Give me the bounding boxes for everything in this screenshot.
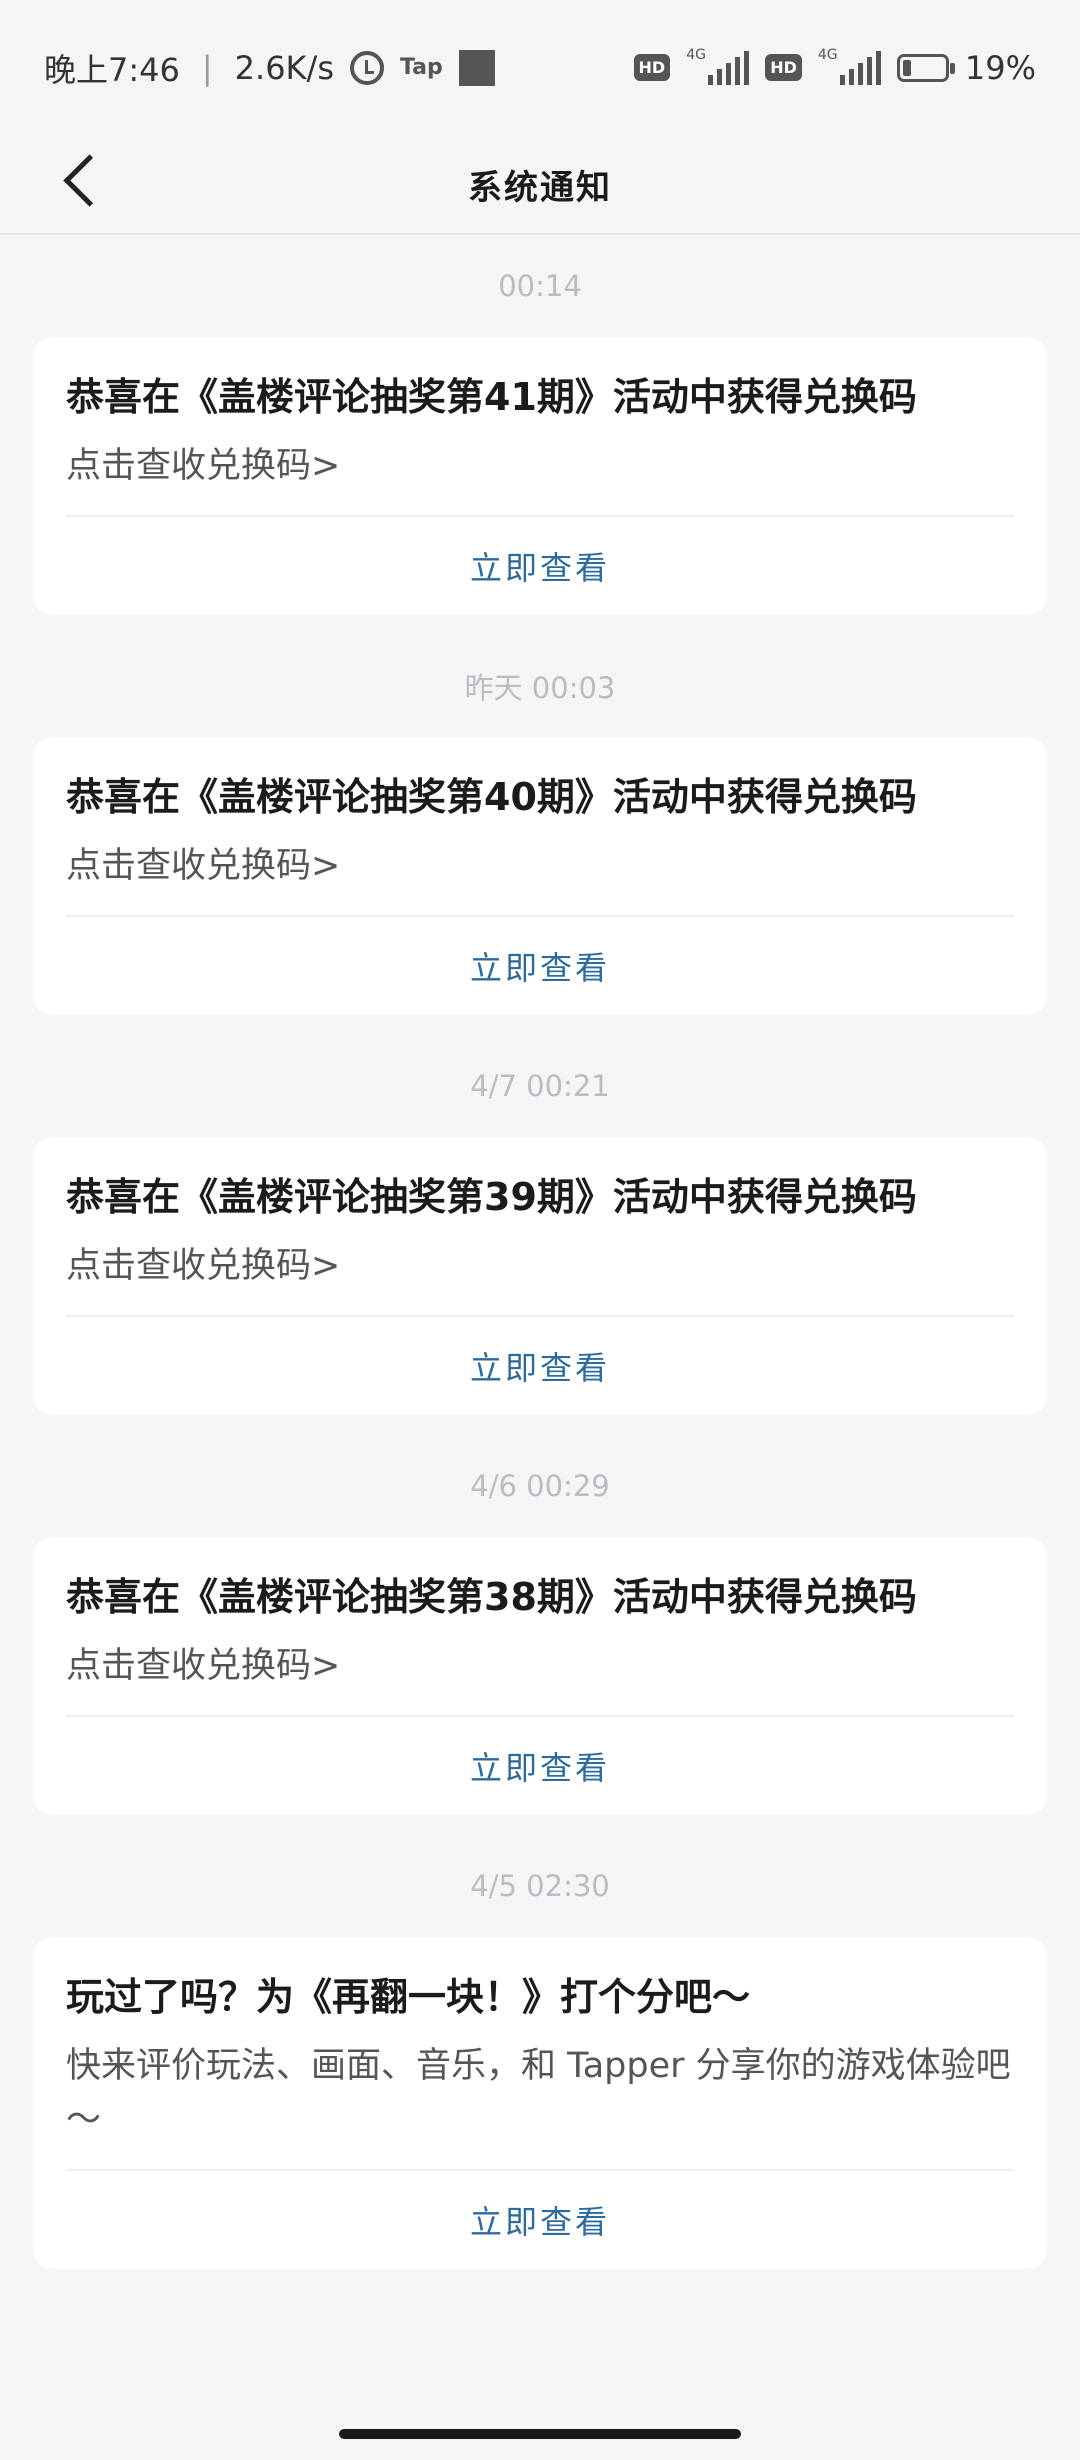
notification-body-link[interactable]: 点击查收兑换码> (66, 1639, 1014, 1715)
notification-body-link[interactable]: 点击查收兑换码> (66, 1239, 1014, 1315)
notification-list[interactable]: 00:14 恭喜在《盖楼评论抽奖第41期》活动中获得兑换码 点击查收兑换码> 立… (0, 235, 1080, 2269)
hd-badge-2: HD (765, 54, 802, 81)
view-now-button[interactable]: 立即查看 (66, 1717, 1014, 1815)
notification-card[interactable]: 玩过了吗？为《再翻一块！》打个分吧～ 快来评价玩法、画面、音乐，和 Tapper… (33, 1937, 1047, 2269)
notification-body-link[interactable]: 点击查收兑换码> (66, 439, 1014, 515)
hd-badge-1: HD (633, 54, 671, 81)
home-indicator[interactable] (339, 2429, 741, 2439)
notification-title: 恭喜在《盖楼评论抽奖第38期》活动中获得兑换码 (66, 1575, 917, 1619)
page-title: 系统通知 (468, 167, 612, 208)
notification-time: 4/7 00:21 (470, 1069, 610, 1103)
notification-time: 昨天 00:03 (464, 671, 616, 705)
alarm-icon (349, 50, 384, 85)
notification-card[interactable]: 恭喜在《盖楼评论抽奖第41期》活动中获得兑换码 点击查收兑换码> 立即查看 (33, 337, 1047, 615)
notification-group: 4/6 00:29 恭喜在《盖楼评论抽奖第38期》活动中获得兑换码 点击查收兑换… (0, 1415, 1080, 1815)
view-now-button[interactable]: 立即查看 (66, 517, 1014, 615)
status-bar-left: 晚上7:46 | 2.6K/s Tap (44, 45, 495, 91)
notification-card[interactable]: 恭喜在《盖楼评论抽奖第40期》活动中获得兑换码 点击查收兑换码> 立即查看 (33, 737, 1047, 1015)
status-separator: | (201, 48, 213, 87)
view-now-button[interactable]: 立即查看 (66, 2171, 1014, 2269)
notification-title: 玩过了吗？为《再翻一块！》打个分吧～ (66, 1975, 751, 2019)
status-bar-right: HD 4G HD 4G 19% (633, 47, 1036, 87)
notification-card[interactable]: 恭喜在《盖楼评论抽奖第38期》活动中获得兑换码 点击查收兑换码> 立即查看 (33, 1537, 1047, 1815)
notification-time: 4/6 00:29 (470, 1469, 610, 1503)
tap-app-icon: Tap (399, 55, 443, 80)
notification-body-link[interactable]: 快来评价玩法、画面、音乐，和 Tapper 分享你的游戏体验吧～ (66, 2039, 1014, 2169)
signal-icon-2: 4G (818, 47, 881, 85)
notification-time: 00:14 (498, 269, 582, 303)
network-type-1: 4G (686, 46, 706, 63)
status-time: 晚上7:46 (44, 50, 180, 89)
notification-group: 00:14 恭喜在《盖楼评论抽奖第41期》活动中获得兑换码 点击查收兑换码> 立… (0, 235, 1080, 615)
battery-icon (896, 53, 955, 82)
notification-body-link[interactable]: 点击查收兑换码> (66, 839, 1014, 915)
notification-title: 恭喜在《盖楼评论抽奖第39期》活动中获得兑换码 (66, 1175, 917, 1219)
view-now-button[interactable]: 立即查看 (66, 917, 1014, 1015)
notification-card[interactable]: 恭喜在《盖楼评论抽奖第39期》活动中获得兑换码 点击查收兑换码> 立即查看 (33, 1137, 1047, 1415)
notification-title: 恭喜在《盖楼评论抽奖第41期》活动中获得兑换码 (66, 375, 917, 419)
network-speed: 2.6K/s (234, 48, 334, 87)
back-button[interactable] (52, 145, 116, 215)
network-type-2: 4G (817, 46, 838, 63)
battery-percent: 19% (964, 48, 1036, 87)
notification-group: 昨天 00:03 恭喜在《盖楼评论抽奖第40期》活动中获得兑换码 点击查收兑换码… (0, 615, 1080, 1015)
chevron-left-icon (62, 153, 116, 207)
notification-time: 4/5 02:30 (470, 1869, 610, 1903)
notification-group: 4/7 00:21 恭喜在《盖楼评论抽奖第39期》活动中获得兑换码 点击查收兑换… (0, 1015, 1080, 1415)
notification-title: 恭喜在《盖楼评论抽奖第40期》活动中获得兑换码 (66, 775, 917, 819)
notification-square-icon (458, 49, 495, 86)
view-now-button[interactable]: 立即查看 (66, 1317, 1014, 1415)
nav-bar: 系统通知 (0, 135, 1080, 235)
battery-fill (902, 59, 911, 76)
signal-icon-1: 4G (686, 47, 750, 85)
status-bar: 晚上7:46 | 2.6K/s Tap HD 4G HD 4G 19% (0, 0, 1080, 135)
notification-group: 4/5 02:30 玩过了吗？为《再翻一块！》打个分吧～ 快来评价玩法、画面、音… (0, 1815, 1080, 2269)
